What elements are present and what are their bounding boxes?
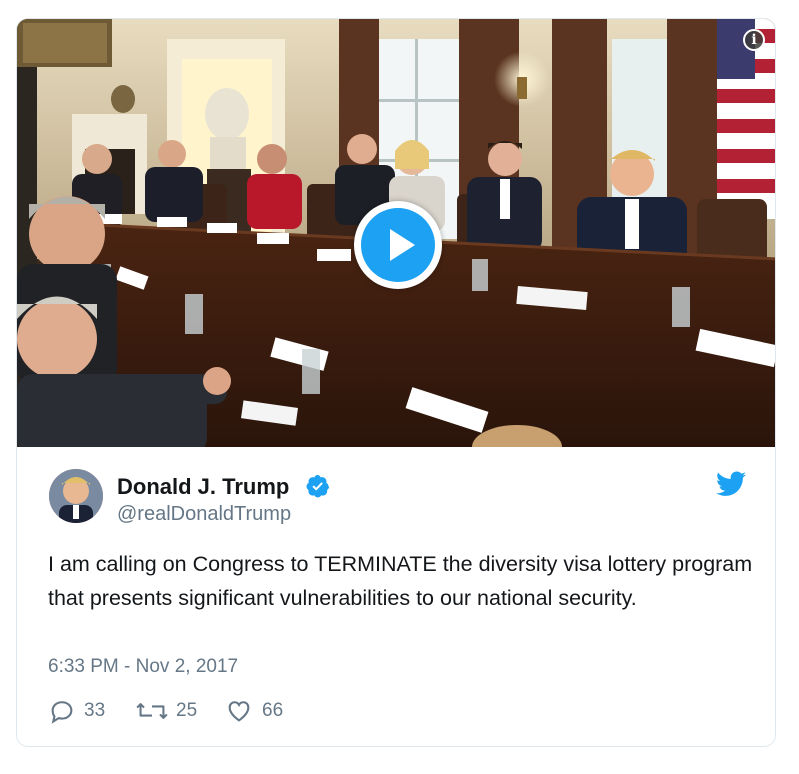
tweet-actions: 33 25 66 [48, 696, 448, 726]
author-name[interactable]: Donald J. Trump [117, 474, 289, 500]
author-handle[interactable]: @realDonaldTrump [117, 503, 291, 526]
play-button[interactable] [354, 201, 442, 289]
video-player[interactable]: i [17, 19, 775, 447]
info-icon[interactable]: i [743, 29, 765, 51]
reply-icon [51, 701, 73, 724]
verified-badge-icon [306, 475, 330, 498]
tweet-text: I am calling on Congress to TERMINATE th… [48, 552, 753, 610]
heart-icon [228, 701, 250, 722]
like-count: 66 [262, 700, 284, 721]
retweet-icon [136, 703, 168, 719]
retweet-count: 25 [176, 700, 198, 721]
tweet-timestamp[interactable]: 6:33 PM - Nov 2, 2017 [48, 656, 238, 678]
reply-button[interactable]: 33 [48, 696, 105, 726]
like-button[interactable]: 66 [224, 696, 283, 726]
avatar[interactable] [49, 469, 103, 523]
embedded-tweet-card[interactable]: i [16, 18, 776, 747]
retweet-button[interactable]: 25 [136, 696, 197, 726]
play-icon [390, 229, 415, 261]
reply-count: 33 [84, 700, 106, 721]
